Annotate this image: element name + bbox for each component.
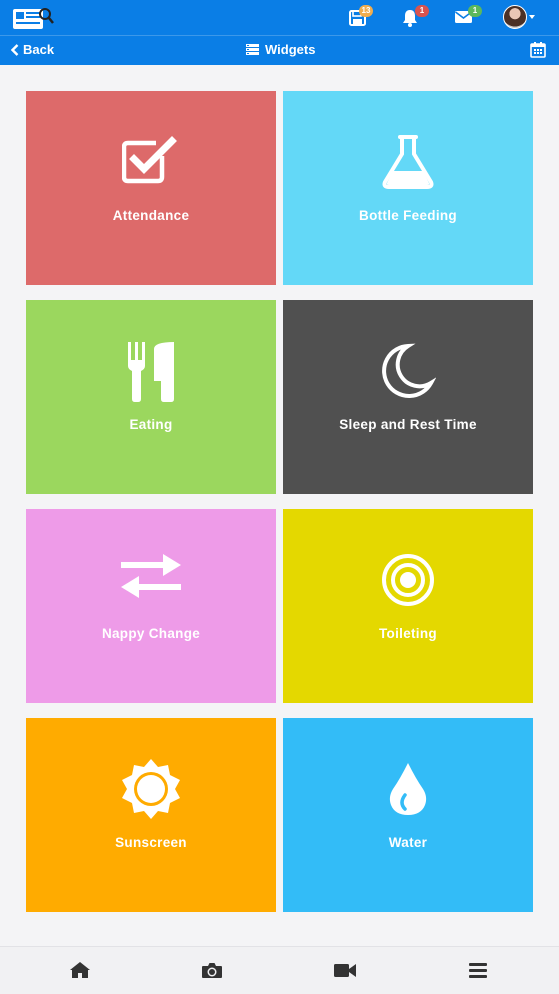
nav-bar: Back Widgets <box>0 35 559 65</box>
envelope-icon[interactable]: 1 <box>451 5 482 31</box>
page-title-text: Widgets <box>265 42 316 57</box>
widget-label: Sleep and Rest Time <box>339 417 477 432</box>
swap-arrows-icon <box>26 552 276 608</box>
widget-bottle-feeding[interactable]: Bottle Feeding <box>283 91 533 285</box>
sun-icon <box>26 759 276 819</box>
calendar-icon[interactable] <box>530 41 546 63</box>
widget-label: Attendance <box>112 208 190 223</box>
widget-attendance[interactable]: Attendance <box>26 91 276 285</box>
bell-icon[interactable]: 1 <box>398 5 429 31</box>
bell-count-badge: 1 <box>415 5 429 17</box>
chevron-down-icon[interactable] <box>529 15 535 19</box>
chevron-left-icon <box>11 43 19 56</box>
envelope-count-badge: 1 <box>468 5 482 17</box>
cutlery-icon <box>26 341 276 402</box>
top-bar: 13 1 1 <box>0 0 559 35</box>
widget-label: Toileting <box>379 626 437 641</box>
widget-sleep-and-rest-time[interactable]: Sleep and Rest Time <box>283 300 533 494</box>
widget-toileting[interactable]: Toileting <box>283 509 533 703</box>
water-drop-icon <box>283 761 533 817</box>
user-avatar[interactable] <box>503 5 527 29</box>
widget-grid: Attendance Bottle Feeding Eating Sleep a… <box>26 91 533 912</box>
target-icon <box>283 552 533 608</box>
bottom-nav-bar <box>0 946 559 994</box>
home-icon[interactable] <box>69 961 93 981</box>
widget-label: Bottle Feeding <box>359 208 457 223</box>
save-count-badge: 13 <box>359 5 373 17</box>
flask-icon <box>283 134 533 190</box>
widget-nappy-change[interactable]: Nappy Change <box>26 509 276 703</box>
save-icon[interactable]: 13 <box>345 5 373 31</box>
page-title: Widgets <box>246 42 315 57</box>
widget-label: Water <box>388 835 428 850</box>
list-icon <box>246 44 259 55</box>
widget-label: Eating <box>129 417 173 432</box>
video-camera-icon[interactable] <box>333 961 357 981</box>
widget-label: Sunscreen <box>115 835 187 850</box>
checkbox-icon <box>26 134 276 190</box>
back-label: Back <box>23 42 55 57</box>
camera-icon[interactable] <box>201 961 225 981</box>
menu-icon[interactable] <box>468 961 492 981</box>
app-logo[interactable] <box>10 3 56 33</box>
widget-sunscreen[interactable]: Sunscreen <box>26 718 276 912</box>
widget-water[interactable]: Water <box>283 718 533 912</box>
widget-eating[interactable]: Eating <box>26 300 276 494</box>
back-button[interactable]: Back <box>11 42 54 57</box>
widget-label: Nappy Change <box>101 626 201 641</box>
moon-icon <box>283 343 533 399</box>
